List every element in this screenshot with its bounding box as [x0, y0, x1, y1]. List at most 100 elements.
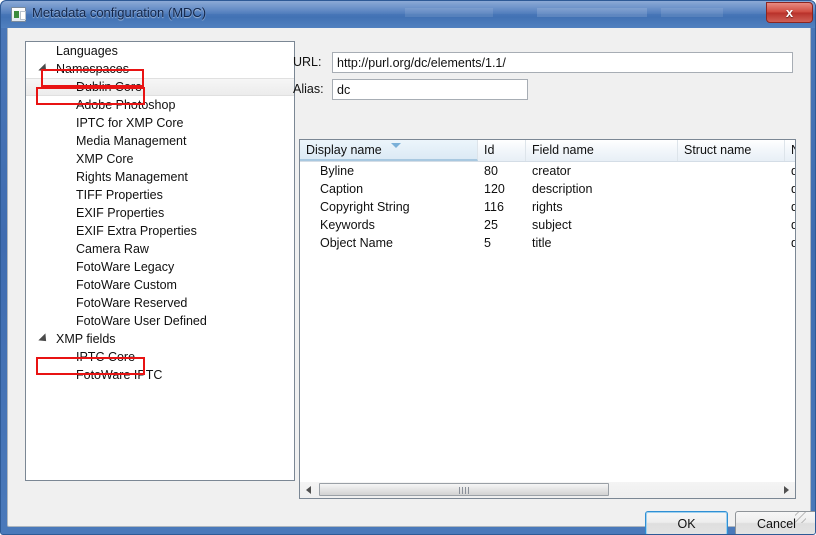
cell-display-name: Copyright String: [320, 200, 410, 214]
expander-triangle-icon[interactable]: [38, 63, 50, 75]
tree-item-rights-management[interactable]: Rights Management: [26, 168, 294, 186]
titlebar-artifact: [405, 8, 493, 17]
table-row[interactable]: Byline 80 creator dc: [300, 162, 795, 180]
tree-item-label: XMP fields: [56, 332, 116, 346]
tree-item-label: TIFF Properties: [76, 188, 163, 202]
table-row[interactable]: Keywords 25 subject dc: [300, 216, 795, 234]
scroll-right-icon[interactable]: [778, 482, 795, 497]
tree-item-label: Media Management: [76, 134, 187, 148]
tree-item-dublin-core[interactable]: Dublin Core: [26, 78, 294, 96]
tree-item-tiff-properties[interactable]: TIFF Properties: [26, 186, 294, 204]
cell-struct-name: [678, 234, 785, 252]
cell-field-name: title: [532, 236, 552, 250]
tree-item-xmp-fields[interactable]: XMP fields: [26, 330, 294, 348]
cell-struct-name: [678, 162, 785, 180]
url-input[interactable]: [332, 52, 793, 73]
column-header-display-name[interactable]: Display name: [300, 140, 478, 161]
cell-struct-name: [678, 180, 785, 198]
column-header-nam[interactable]: Nam: [785, 140, 795, 161]
cell-display-name: Keywords: [320, 218, 375, 232]
namespace-tree[interactable]: Languages Namespaces Dublin Core Adobe Phot…: [25, 41, 295, 481]
tree-item-label: FotoWare User Defined: [76, 314, 207, 328]
table-header-row: Display name Id Field name Struct name Nam: [300, 140, 795, 162]
scrollbar-grip-icon: [459, 487, 469, 494]
url-label: URL:: [293, 55, 322, 69]
tree-item-fotoware-reserved[interactable]: FotoWare Reserved: [26, 294, 294, 312]
tree-item-label: Dublin Core: [76, 80, 143, 94]
cell-id: 120: [484, 182, 505, 196]
tree-item-label: FotoWare IPTC: [76, 368, 163, 382]
tree-item-fotoware-iptc[interactable]: FotoWare IPTC: [26, 366, 294, 384]
scroll-left-icon[interactable]: [300, 482, 317, 497]
table-row[interactable]: Copyright String 116 rights dc: [300, 198, 795, 216]
tree-item-label: FotoWare Legacy: [76, 260, 175, 274]
cell-field-name: creator: [532, 164, 571, 178]
cell-id: 116: [484, 200, 504, 214]
scrollbar-track[interactable]: [300, 482, 795, 497]
tree-item-camera-raw[interactable]: Camera Raw: [26, 240, 294, 258]
titlebar: Metadata configuration (MDC) x: [1, 1, 815, 28]
table-row[interactable]: Caption 120 description dc: [300, 180, 795, 198]
tree-item-label: Adobe Photoshop: [76, 98, 176, 112]
tree-item-fotoware-custom[interactable]: FotoWare Custom: [26, 276, 294, 294]
dialog-client: Languages Namespaces Dublin Core Adobe Phot…: [7, 28, 815, 534]
column-header-label: Struct name: [684, 143, 752, 157]
tree-item-fotoware-legacy[interactable]: FotoWare Legacy: [26, 258, 294, 276]
tree-item-label: IPTC for XMP Core: [76, 116, 184, 130]
sort-descending-icon: [391, 143, 401, 148]
column-header-label: Id: [484, 143, 495, 157]
cell-namespace: dc: [785, 216, 795, 234]
close-button[interactable]: x: [766, 2, 813, 23]
tree-item-languages[interactable]: Languages: [26, 42, 294, 60]
table-row[interactable]: Object Name 5 title dc: [300, 234, 795, 252]
tree-item-exif-properties[interactable]: EXIF Properties: [26, 204, 294, 222]
titlebar-artifact: [661, 8, 723, 17]
cell-display-name: Caption: [320, 182, 364, 196]
tree-item-label: IPTC Core: [76, 350, 136, 364]
alias-field-row: Alias:: [293, 79, 528, 101]
tree-item-label: FotoWare Custom: [76, 278, 177, 292]
cell-field-name: description: [532, 182, 593, 196]
column-header-struct-name[interactable]: Struct name: [678, 140, 785, 161]
tree-item-exif-extra-properties[interactable]: EXIF Extra Properties: [26, 222, 294, 240]
titlebar-artifact: [537, 8, 647, 17]
ok-button[interactable]: OK: [645, 511, 728, 534]
tree-item-xmp-core[interactable]: XMP Core: [26, 150, 294, 168]
tree-item-namespaces[interactable]: Namespaces: [26, 60, 294, 78]
resize-grip-icon[interactable]: [795, 512, 806, 523]
cell-struct-name: [678, 216, 785, 234]
cell-struct-name: [678, 198, 785, 216]
tree-item-label: Namespaces: [56, 62, 129, 76]
tree-item-label: Camera Raw: [76, 242, 149, 256]
tree-item-iptc-for-xmp-core[interactable]: IPTC for XMP Core: [26, 114, 294, 132]
tree-item-iptc-core[interactable]: IPTC Core: [26, 348, 294, 366]
cell-field-name: rights: [532, 200, 563, 214]
tree-item-label: Languages: [56, 44, 118, 58]
app-window-icon: [11, 7, 26, 22]
tree-item-label: Rights Management: [76, 170, 188, 184]
tree-item-media-management[interactable]: Media Management: [26, 132, 294, 150]
column-header-label: Nam: [791, 143, 795, 157]
column-header-label: Display name: [306, 143, 382, 157]
tree-item-adobe-photoshop[interactable]: Adobe Photoshop: [26, 96, 294, 114]
cell-display-name: Object Name: [320, 236, 393, 250]
cell-namespace: dc: [785, 234, 795, 252]
cell-namespace: dc: [785, 162, 795, 180]
url-field-row: URL:: [293, 52, 793, 74]
cell-field-name: subject: [532, 218, 572, 232]
column-header-field-name[interactable]: Field name: [526, 140, 678, 161]
scrollbar-thumb[interactable]: [319, 483, 609, 496]
cell-id: 80: [484, 164, 498, 178]
tree-item-fotoware-user-defined[interactable]: FotoWare User Defined: [26, 312, 294, 330]
expander-triangle-icon[interactable]: [38, 333, 50, 345]
alias-label: Alias:: [293, 82, 324, 96]
cell-id: 25: [484, 218, 498, 232]
tree-item-label: EXIF Extra Properties: [76, 224, 197, 238]
tree-item-label: EXIF Properties: [76, 206, 165, 220]
window-title: Metadata configuration (MDC): [32, 5, 207, 20]
dialog-window: Metadata configuration (MDC) x Languages…: [0, 0, 816, 535]
cell-id: 5: [484, 236, 491, 250]
column-header-id[interactable]: Id: [478, 140, 526, 161]
table-horizontal-scrollbar[interactable]: [299, 482, 796, 499]
alias-input[interactable]: [332, 79, 528, 100]
